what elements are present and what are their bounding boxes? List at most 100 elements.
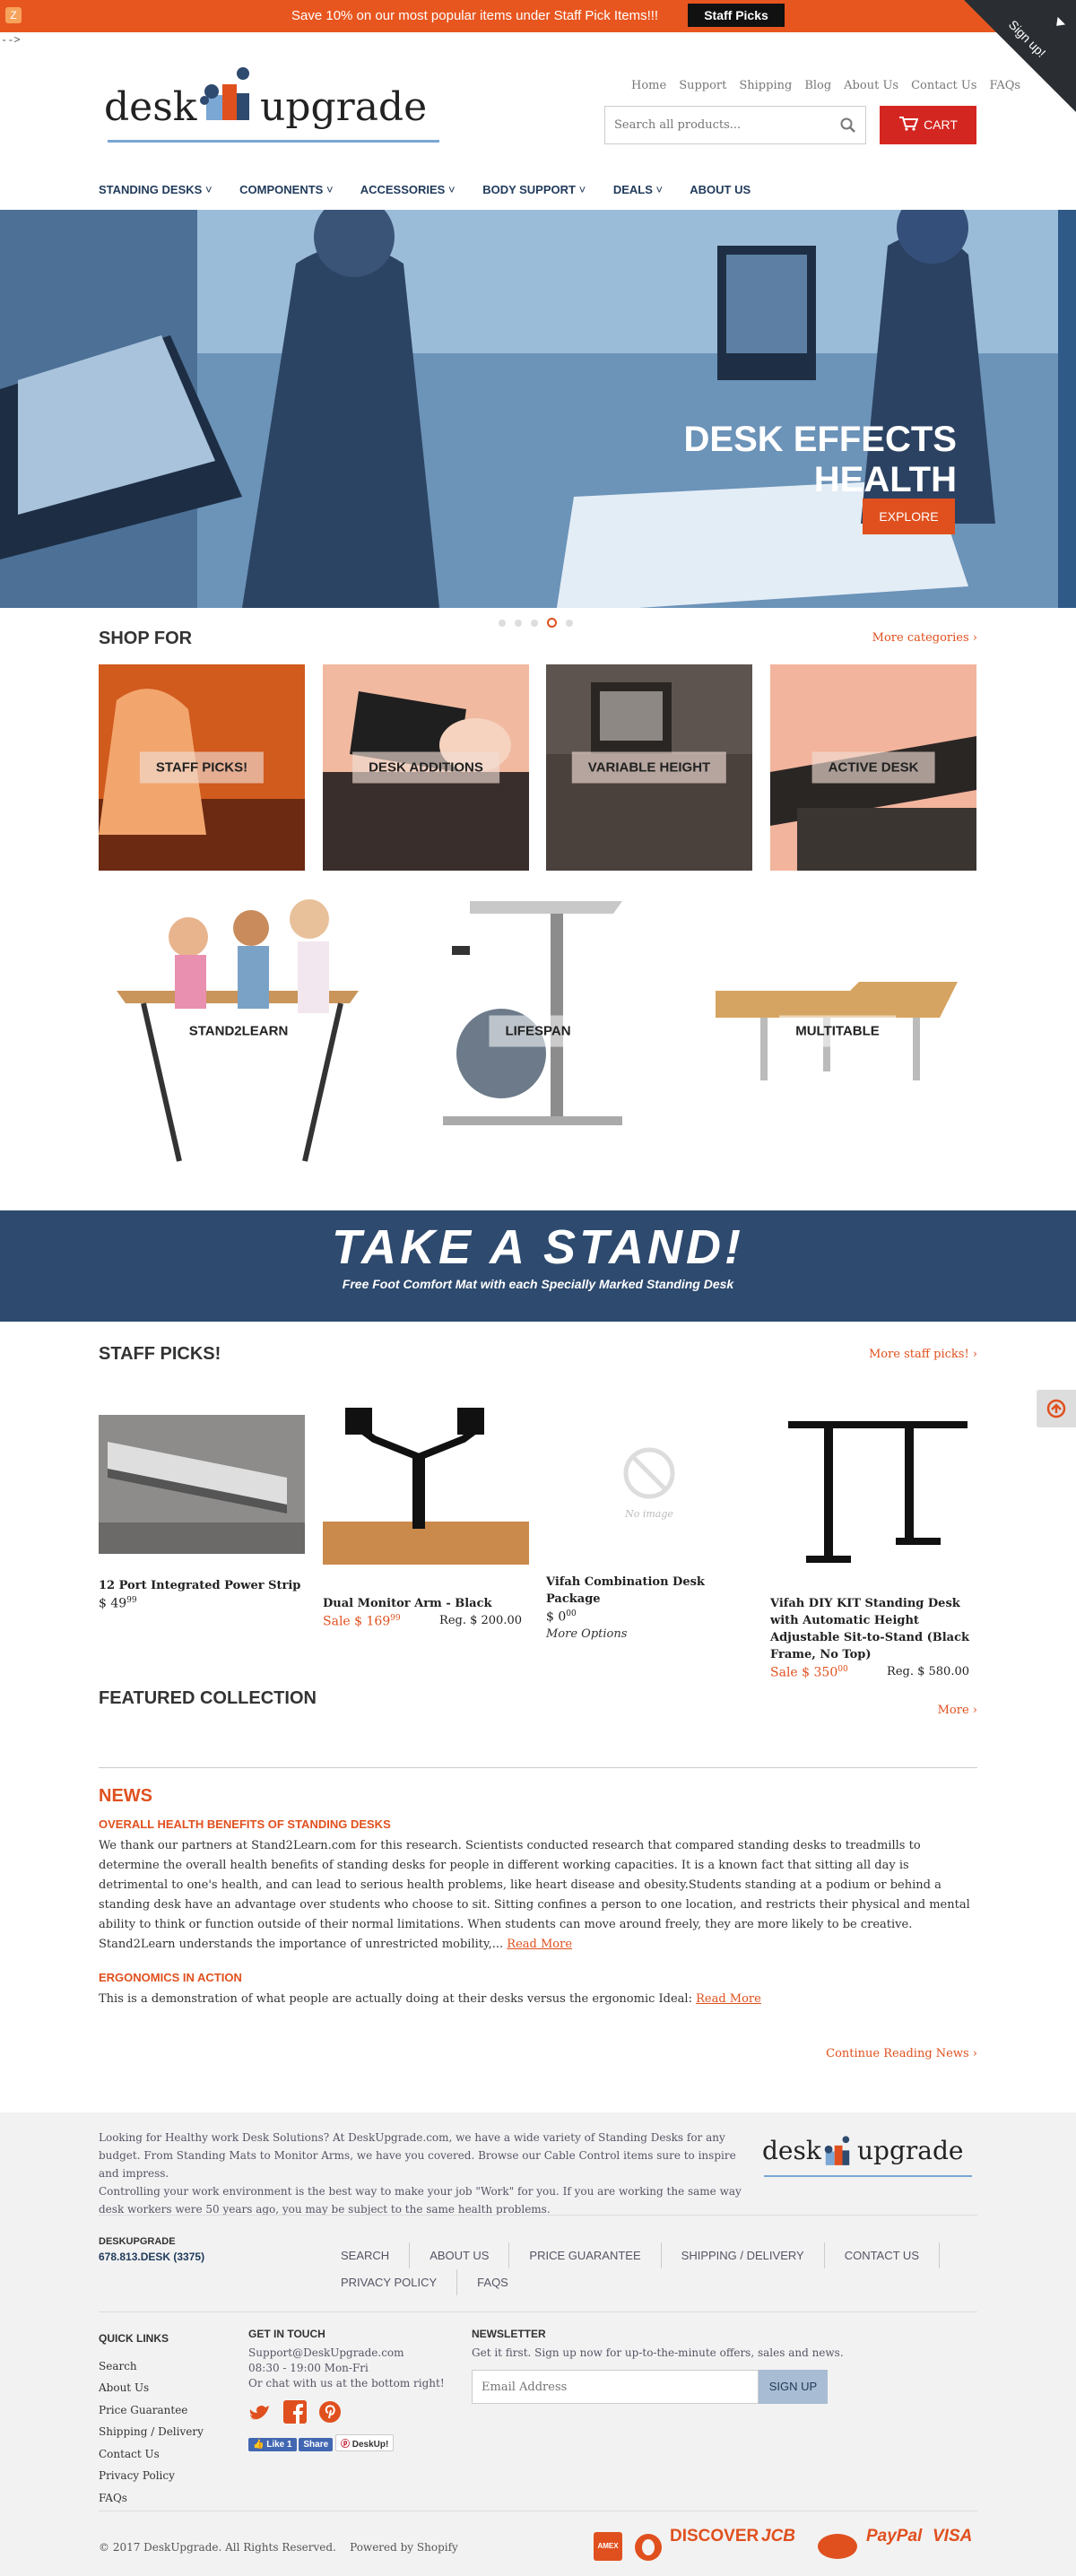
cart-icon	[899, 117, 919, 131]
product-card[interactable]: 12 Port Integrated Power Strip $ 4999	[99, 1415, 305, 1611]
footer-menu-price-guarantee[interactable]: PRICE GUARANTEE	[509, 2242, 662, 2268]
quick-link-contact[interactable]: Contact Us	[99, 2443, 224, 2466]
copyright-line: © 2017 DeskUpgrade. All Rights Reserved.…	[99, 2540, 458, 2555]
footer-menu-about[interactable]: ABOUT US	[410, 2242, 510, 2268]
quick-link-faqs[interactable]: FAQs	[99, 2487, 224, 2510]
category-desk-additions[interactable]: DESK ADDITIONS	[323, 664, 529, 871]
site-logo[interactable]: desk upgrade	[99, 65, 443, 154]
top-link-blog[interactable]: Blog	[804, 79, 831, 92]
slider-dot[interactable]	[566, 620, 573, 627]
category-lifespan[interactable]: LIFESPAN	[398, 892, 678, 1170]
product-price: $ 000	[546, 1609, 752, 1625]
product-title[interactable]: Dual Monitor Arm - Black	[323, 1595, 529, 1612]
facebook-icon[interactable]	[283, 2400, 308, 2424]
footer-divider	[99, 2215, 977, 2216]
slider-dot[interactable]	[515, 620, 522, 627]
company-name: DESKUPGRADE	[99, 2236, 176, 2247]
cart-label: CART	[924, 117, 958, 132]
nav-about-us[interactable]: ABOUT US	[690, 183, 751, 196]
pinterest-icon[interactable]	[318, 2400, 342, 2424]
read-more-link[interactable]: Read More	[507, 1938, 572, 1951]
product-card[interactable]: No image Vifah Combination Desk Package …	[546, 1415, 752, 1641]
quick-link-shipping[interactable]: Shipping / Delivery	[99, 2421, 224, 2443]
footer-menu-contact[interactable]: CONTACT US	[825, 2242, 940, 2268]
more-staff-picks-link[interactable]: More staff picks! ›	[834, 1348, 977, 1361]
visa-icon: VISA	[933, 2527, 973, 2546]
product-price: $ 4999	[99, 1596, 305, 1611]
top-link-home[interactable]: Home	[631, 79, 666, 92]
nav-components[interactable]: COMPONENTS ˅	[239, 183, 333, 196]
newsletter-signup-button[interactable]: SIGN UP	[759, 2370, 828, 2404]
category-staff-picks[interactable]: STAFF PICKS!	[99, 664, 305, 871]
quick-link-about[interactable]: About Us	[99, 2377, 224, 2399]
search-input[interactable]	[605, 107, 820, 143]
contact-email[interactable]: Support@DeskUpgrade.com	[248, 2346, 455, 2361]
chevron-down-icon: ˅	[447, 183, 456, 196]
promo-bar: Z Save 10% on our most popular items und…	[0, 0, 1076, 32]
category-stand2learn[interactable]: STAND2LEARN	[99, 892, 378, 1170]
powered-by-link[interactable]: Powered by Shopify	[350, 2541, 458, 2554]
price-main: Sale $ 169	[323, 1614, 391, 1629]
footer-menu-privacy[interactable]: PRIVACY POLICY	[321, 2269, 458, 2295]
news-post-body: This is a demonstration of what people a…	[99, 1990, 977, 2009]
more-categories-link[interactable]: More categories ›	[852, 631, 977, 645]
slider-dot[interactable]	[531, 620, 538, 627]
slider-dot-active[interactable]	[547, 618, 557, 628]
search-icon[interactable]	[840, 117, 856, 134]
staff-picks-button[interactable]: Staff Picks	[688, 4, 785, 27]
product-title[interactable]: Vifah DIY KIT Standing Desk with Automat…	[770, 1595, 976, 1663]
logo-text-right: upgrade	[260, 84, 428, 130]
slider-dot[interactable]	[499, 620, 506, 627]
american-express-icon: AMEX	[594, 2532, 622, 2561]
signup-corner[interactable]: Sign up!	[964, 0, 1076, 112]
featured-more-link[interactable]: More ›	[888, 1704, 977, 1717]
quick-link-privacy[interactable]: Privacy Policy	[99, 2465, 224, 2487]
continue-reading-link[interactable]: Continue Reading News ›	[798, 2047, 977, 2060]
newsletter-email-input[interactable]	[472, 2370, 759, 2404]
top-link-about[interactable]: About Us	[844, 79, 898, 92]
product-title[interactable]: Vifah Combination Desk Package	[546, 1574, 752, 1608]
footer-menu-shipping[interactable]: SHIPPING / DELIVERY	[662, 2242, 825, 2268]
pinterest-icon: ⓟ	[340, 2440, 350, 2450]
no-image-icon	[623, 1447, 675, 1499]
hero-slider: DESK EFFECTS HEALTH EXPLORE	[0, 210, 1076, 608]
more-options-text: More Options	[546, 1626, 628, 1641]
twitter-icon[interactable]	[248, 2404, 272, 2424]
nav-body-support[interactable]: BODY SUPPORT ˅	[482, 183, 586, 196]
scroll-top-button[interactable]	[1037, 1390, 1076, 1427]
top-link-shipping[interactable]: Shipping	[739, 79, 792, 92]
price-main: Sale $ 350	[770, 1665, 838, 1680]
category-variable-height[interactable]: VARIABLE HEIGHT	[546, 664, 752, 871]
newsletter-form: SIGN UP	[472, 2370, 920, 2404]
footer-logo[interactable]: desk upgrade	[762, 2134, 977, 2188]
no-image-text: No image	[625, 1508, 673, 1520]
nav-deals[interactable]: DEALS ˅	[613, 183, 663, 196]
quick-links-title: QUICK LINKS	[99, 2332, 169, 2345]
contact-hours: 08:30 - 19:00 Mon-Fri	[248, 2362, 369, 2374]
facebook-like-button[interactable]: 👍 Like 1	[248, 2438, 297, 2451]
top-link-support[interactable]: Support	[679, 79, 726, 92]
nav-standing-desks[interactable]: STANDING DESKS ˅	[99, 183, 213, 196]
footer-menu-search[interactable]: SEARCH	[321, 2242, 411, 2268]
paypal-icon: PayPal	[866, 2527, 923, 2546]
news-post-title[interactable]: OVERALL HEALTH BENEFITS OF STANDING DESK…	[99, 1817, 977, 1831]
read-more-link[interactable]: Read More	[696, 1992, 761, 2006]
take-a-stand-banner[interactable]: TAKE A STAND! Free Foot Comfort Mat with…	[0, 1210, 1076, 1322]
quick-link-search[interactable]: Search	[99, 2355, 224, 2378]
quick-link-price[interactable]: Price Guarantee	[99, 2399, 224, 2422]
category-active-desk[interactable]: ACTIVE DESK	[770, 664, 976, 871]
category-multitable[interactable]: MULTITABLE	[698, 892, 977, 1170]
nav-accessories[interactable]: ACCESSORIES ˅	[360, 183, 456, 196]
pinterest-save-button[interactable]: ⓟ DeskUp!	[334, 2434, 395, 2451]
explore-button[interactable]: EXPLORE	[863, 499, 955, 534]
top-link-contact[interactable]: Contact Us	[911, 79, 976, 92]
product-card[interactable]: Dual Monitor Arm - Black Sale $ 16999 Reg…	[323, 1403, 529, 1629]
product-title[interactable]: 12 Port Integrated Power Strip	[99, 1577, 305, 1594]
cart-button[interactable]: CART	[880, 106, 976, 144]
news-post-title[interactable]: ERGONOMICS IN ACTION	[99, 1971, 977, 1984]
top-link-faqs[interactable]: FAQs	[989, 79, 1020, 92]
featured-collection-title: FEATURED COLLECTION	[99, 1688, 317, 1708]
facebook-share-button[interactable]: Share	[299, 2438, 334, 2451]
footer-menu-faqs[interactable]: FAQS	[457, 2269, 528, 2295]
product-card[interactable]: Vifah DIY KIT Standing Desk with Automat…	[770, 1403, 976, 1680]
